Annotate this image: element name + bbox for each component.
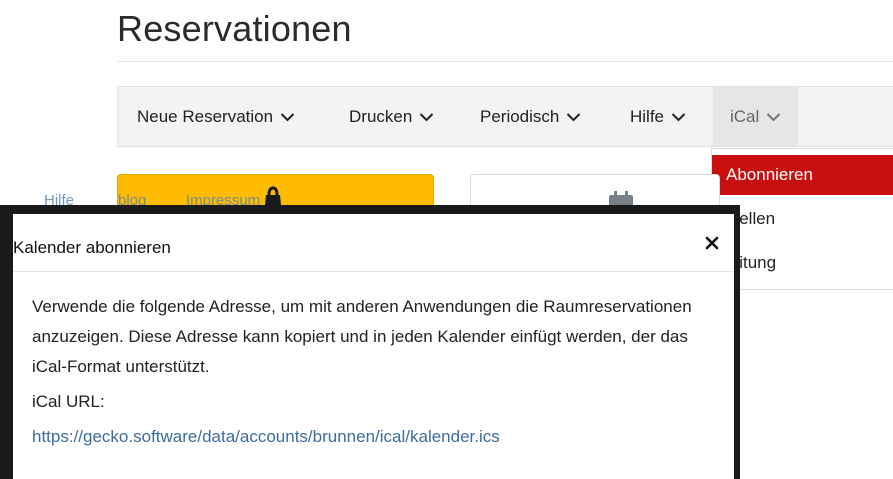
nav-periodisch-label: Periodisch — [480, 106, 560, 126]
modal-divider — [13, 271, 734, 272]
chevron-down-icon — [766, 112, 781, 122]
ical-url-link[interactable]: https://gecko.software/data/accounts/bru… — [32, 427, 500, 447]
page-title: Reservationen — [117, 8, 352, 49]
title-divider — [117, 61, 893, 62]
modal-description: Verwende die folgende Adresse, um mit an… — [32, 297, 692, 376]
nav-neue-reservation[interactable]: Neue Reservation — [137, 87, 295, 146]
nav-hilfe-label: Hilfe — [630, 106, 665, 126]
chevron-down-icon — [280, 112, 295, 122]
nav-hilfe[interactable]: Hilfe — [630, 87, 686, 146]
nav-neue-reservation-label: Neue Reservation — [137, 106, 274, 126]
close-icon — [705, 236, 719, 250]
page: Reservationen Neue Reservation Drucken P… — [0, 0, 893, 479]
nav-ical[interactable]: iCal — [713, 87, 799, 146]
chevron-down-icon — [566, 112, 581, 122]
menu-item-abonnieren[interactable]: Abonnieren — [712, 155, 893, 195]
main-navbar: Neue Reservation Drucken Periodisch Hilf… — [117, 86, 893, 147]
close-button[interactable] — [702, 230, 722, 256]
nav-drucken[interactable]: Drucken — [349, 87, 434, 146]
chevron-down-icon — [419, 112, 434, 122]
nav-periodisch[interactable]: Periodisch — [480, 87, 581, 146]
chevron-down-icon — [671, 112, 686, 122]
ical-url-label: iCal URL: — [32, 392, 105, 411]
nav-drucken-label: Drucken — [349, 106, 413, 126]
modal-title: Kalender abonnieren — [13, 238, 171, 257]
nav-ical-label: iCal — [730, 106, 760, 126]
subscribe-calendar-modal: Kalender abonnieren Verwende die folgend… — [0, 205, 740, 479]
